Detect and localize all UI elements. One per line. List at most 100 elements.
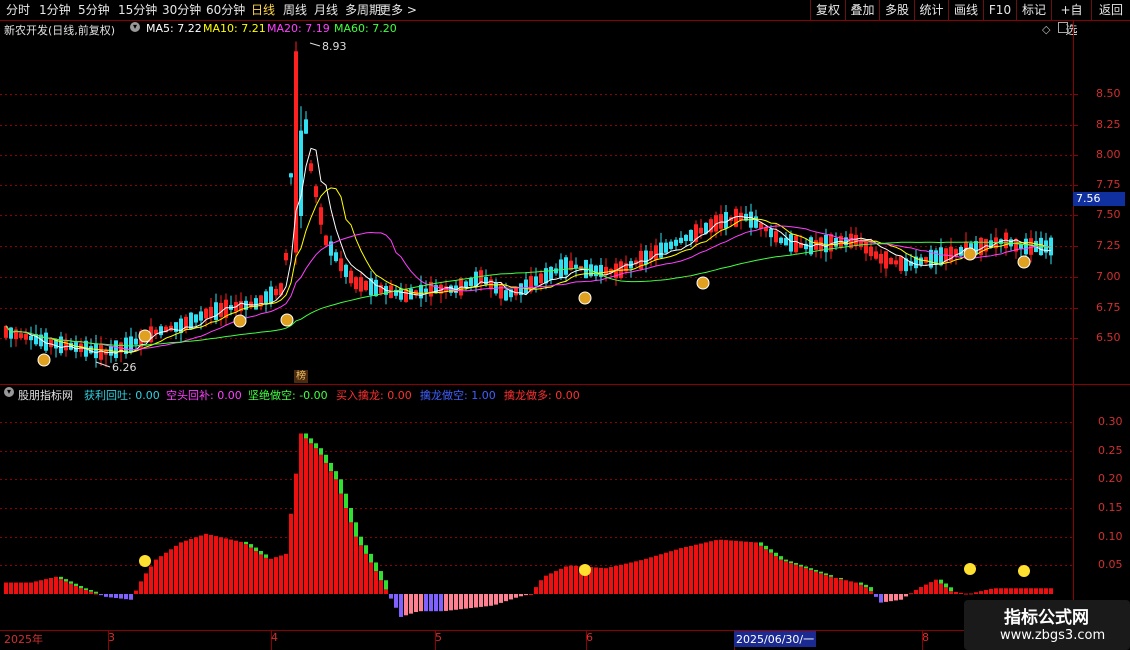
candle-body [644,250,648,265]
diamond-icon[interactable]: ◇ [1042,23,1050,36]
chevron-down-icon[interactable]: ▾ [4,387,14,397]
hist-bar [9,582,13,594]
x-tick: 6 [586,631,593,644]
hist-bar [69,583,73,594]
candle-body [604,266,608,275]
bang-badge[interactable]: 榜 [294,370,308,383]
hist-bar [54,576,58,594]
hist-bar-drop [764,545,768,550]
chart-canvas[interactable] [0,0,1130,650]
hist-bar [314,448,318,594]
hist-bar [114,594,118,599]
candle-body [534,276,538,286]
hist-bar [624,563,628,594]
candle-body [779,237,783,244]
hist-bar [74,585,78,594]
hist-bar [874,594,878,597]
candle-body [504,290,508,301]
hist-bar-drop [369,553,373,563]
hist-bar [139,581,143,594]
hist-bar-drop [364,545,368,554]
hist-bar-drop [384,580,388,590]
hist-bar [419,594,423,612]
hist-bar [809,569,813,594]
hist-bar-drop [254,547,258,551]
hist-bar [14,582,18,594]
hist-bar [849,581,853,594]
hist-bar [629,562,633,594]
hist-bar [459,594,463,610]
hist-bar [444,594,448,611]
candle-body [264,291,268,305]
hist-bar [519,594,523,597]
panel-toggle-icon[interactable] [1058,22,1068,33]
candle-body [219,302,223,317]
candle-body [794,235,798,253]
hist-bar [864,587,868,594]
hist-bar-drop [249,544,253,548]
hist-bar [604,568,608,594]
hist-bar [844,580,848,594]
hist-bar [344,508,348,594]
candle-body [24,333,28,340]
candle-body [1019,244,1023,249]
hist-bar [289,513,293,594]
hist-bar [739,541,743,594]
hist-bar-drop [789,561,793,564]
hist-bar [309,443,313,594]
candle-body [354,277,358,290]
hist-bar [474,594,478,608]
hist-bar [1014,588,1018,594]
hist-bar [924,584,928,594]
main-y-tick: 7.75 [1096,178,1121,191]
hist-bar [1029,588,1033,594]
indicator-label-2: 坚绝做空: -0.00 [248,389,328,402]
hist-bar-drop [259,551,263,555]
candle-body [769,228,773,238]
candle-body [549,266,553,280]
candle-body [364,280,368,291]
ma-line-5 [5,147,1052,354]
hist-bar [394,594,398,608]
candle-body [469,277,473,287]
hist-bar [209,534,213,594]
hist-bar [909,593,913,595]
candle-body [269,286,273,304]
hist-bar [944,587,948,594]
candle-body [1029,238,1033,255]
candle-body [334,252,338,262]
hist-bar [719,539,723,594]
smiley-icon [1018,565,1030,577]
hist-bar-drop [829,575,833,577]
hist-bar [249,547,253,594]
hist-bar [274,557,278,594]
indicator-label-4: 擒龙做空: 1.00 [420,389,496,402]
hist-bar [479,594,483,607]
indicator-label-1: 空头回补: 0.00 [166,389,242,402]
hist-bar [759,545,763,594]
candle-body [204,308,208,319]
hist-bar [294,473,298,594]
hist-bar [489,594,493,606]
chevron-down-icon[interactable]: ▾ [130,22,140,32]
hist-bar [494,594,498,605]
hist-bar [974,592,978,594]
hist-bar [239,541,243,594]
indicator-label-3: 买入擒龙: 0.00 [336,389,412,402]
hist-bar-drop [329,462,333,472]
candle-body [674,239,678,246]
high-price-label: 8.93 [322,40,347,53]
sub-y-tick: 0.10 [1098,530,1123,543]
candle-body [29,335,33,341]
hist-bar [429,594,433,612]
hist-bar [119,594,123,599]
candle-body [499,284,503,299]
candle-body [299,130,303,216]
hist-bar [869,591,873,594]
hist-bar-drop [759,542,763,546]
hist-bar [204,533,208,594]
money-bag-icon [696,276,710,290]
hist-bar [964,593,968,595]
candle-body [314,186,318,198]
hist-bar [359,545,363,594]
